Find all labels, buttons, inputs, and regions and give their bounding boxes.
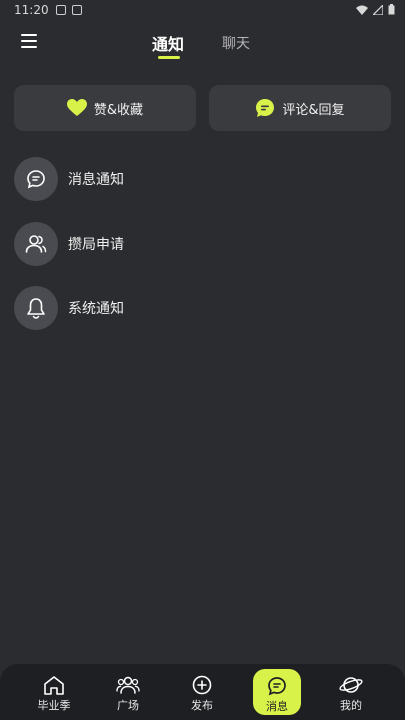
header: 通知 聊天 — [0, 22, 405, 66]
nav-label: 消息 — [266, 700, 288, 713]
battery-icon — [388, 4, 395, 15]
likes-favorites-label: 赞&收藏 — [93, 102, 144, 118]
likes-favorites-button[interactable]: 赞&收藏 — [14, 85, 196, 131]
message-icon — [27, 170, 45, 189]
nav-label: 我的 — [340, 699, 362, 712]
list-item-label: 攒局申请 — [68, 237, 124, 253]
nav-label: 广场 — [117, 699, 139, 712]
planet-icon — [339, 677, 363, 693]
bottom-nav: 毕业季 广场 发布 消息 我的 — [0, 664, 405, 720]
nav-item-profile[interactable]: 我的 — [321, 668, 381, 716]
status-time: 11:20 — [14, 3, 49, 17]
group-icon — [116, 676, 140, 694]
list-item-label: 消息通知 — [68, 172, 124, 188]
list-item-meetup-requests[interactable]: 攒局申请 — [14, 222, 391, 266]
tab-notifications[interactable]: 通知 — [152, 31, 184, 55]
nav-item-messages[interactable]: 消息 — [253, 669, 301, 715]
tab-indicator — [158, 56, 180, 59]
nav-label: 毕业季 — [37, 699, 71, 712]
comment-icon — [256, 99, 275, 117]
wifi-icon — [356, 5, 368, 15]
message-icon — [268, 677, 286, 696]
heart-icon — [66, 99, 87, 116]
home-icon — [44, 676, 64, 695]
plus-circle-icon — [192, 675, 212, 695]
list-item-system-notifications[interactable]: 系统通知 — [14, 286, 391, 330]
bell-icon — [27, 298, 45, 319]
nav-item-publish[interactable]: 发布 — [172, 668, 232, 716]
list-item-label: 系统通知 — [68, 301, 124, 317]
signal-icon — [373, 4, 383, 15]
tab-chat[interactable]: 聊天 — [222, 33, 250, 53]
menu-icon[interactable] — [21, 34, 37, 48]
list-item-message-notifications[interactable]: 消息通知 — [14, 157, 391, 201]
notification-icon — [72, 5, 82, 15]
gallery-icon — [56, 5, 66, 15]
nav-item-graduation[interactable]: 毕业季 — [24, 668, 84, 716]
comments-replies-label: 评论&回复 — [282, 102, 345, 118]
comments-replies-button[interactable]: 评论&回复 — [209, 85, 391, 131]
status-bar: 11:20 — [0, 0, 405, 22]
nav-item-square[interactable]: 广场 — [98, 668, 158, 716]
users-icon — [25, 235, 47, 253]
nav-label: 发布 — [191, 699, 213, 712]
